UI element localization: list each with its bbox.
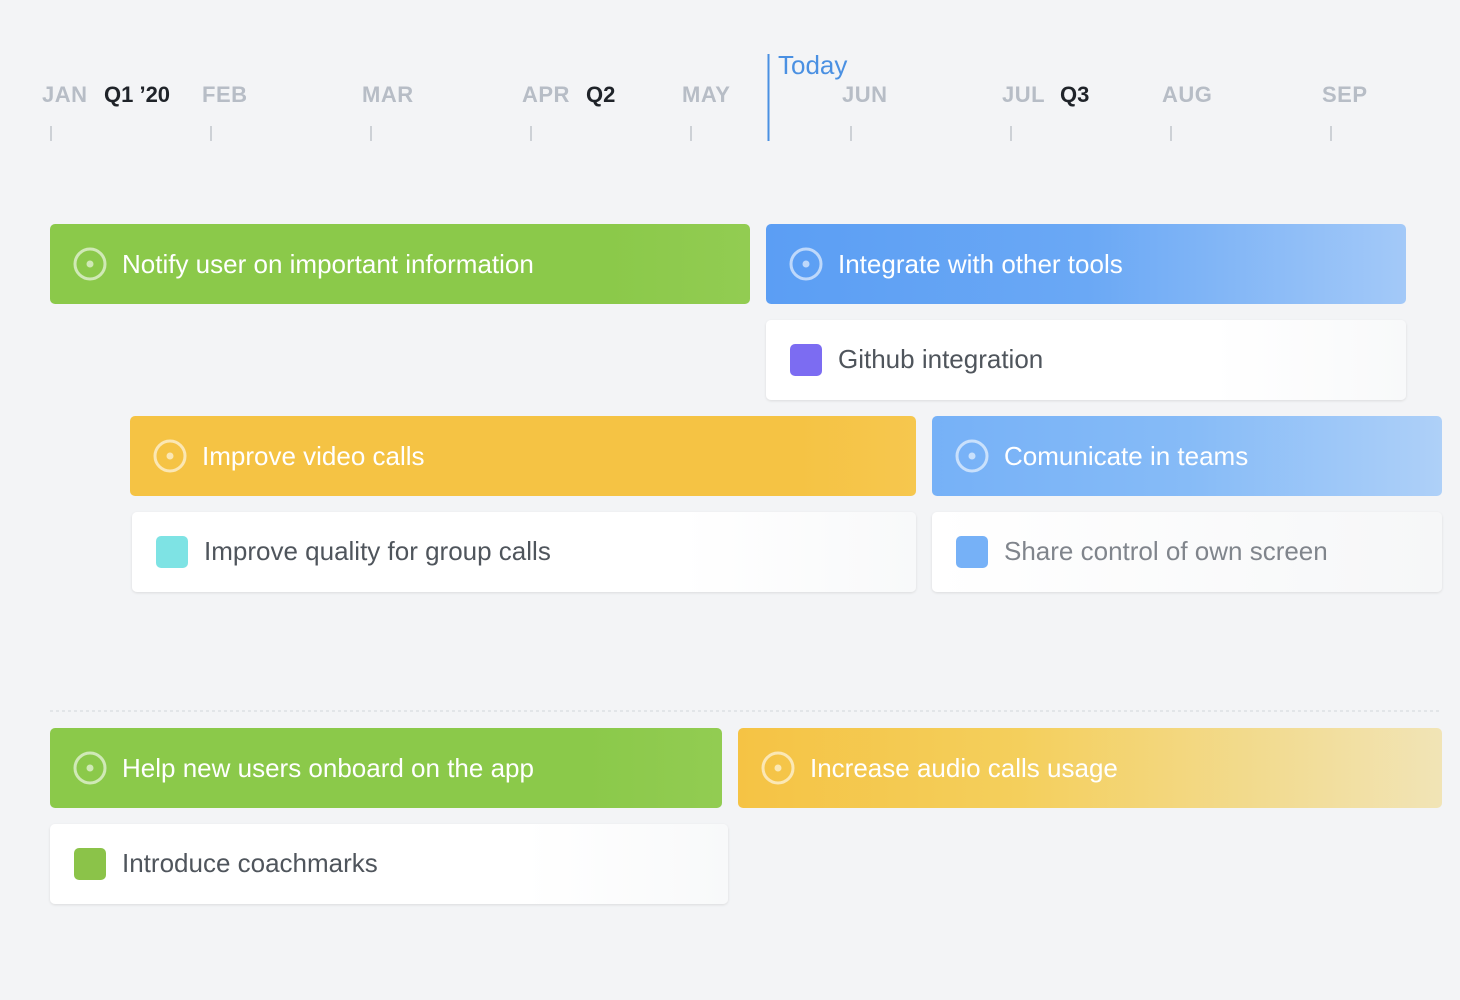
goal-bar-notify-user[interactable]: Notify user on important information bbox=[50, 224, 750, 304]
goal-label: Help new users onboard on the app bbox=[122, 753, 534, 783]
goal-label: Comunicate in teams bbox=[1004, 441, 1248, 471]
item-card-share-screen-control[interactable]: Share control of own screen bbox=[932, 512, 1442, 592]
item-card-group-calls-quality[interactable]: Improve quality for group calls bbox=[132, 512, 916, 592]
month-label-jul: JUL bbox=[1002, 82, 1045, 107]
month-ticks bbox=[50, 126, 1332, 141]
today-label: Today bbox=[778, 50, 847, 80]
quarter-label-q1: Q1 ’20 bbox=[104, 82, 170, 107]
month-label-apr: APR bbox=[522, 82, 570, 107]
month-label-sep: SEP bbox=[1322, 82, 1368, 107]
item-card-github-integration[interactable]: Github integration bbox=[766, 320, 1406, 400]
goal-bar-communicate-teams[interactable]: Comunicate in teams bbox=[932, 416, 1442, 496]
goal-label: Notify user on important information bbox=[122, 249, 534, 279]
item-label: Improve quality for group calls bbox=[204, 536, 551, 566]
goal-label: Improve video calls bbox=[202, 441, 425, 471]
roadmap-canvas: JAN FEB MAR APR MAY JUN JUL AUG SEP Q1 ’… bbox=[42, 50, 1442, 904]
month-label-jun: JUN bbox=[842, 82, 888, 107]
item-card-introduce-coachmarks[interactable]: Introduce coachmarks bbox=[50, 824, 728, 904]
goal-bar-integrate-tools[interactable]: Integrate with other tools bbox=[766, 224, 1406, 304]
quarter-label-q2: Q2 bbox=[586, 82, 615, 107]
item-label: Share control of own screen bbox=[1004, 536, 1328, 566]
square-icon bbox=[790, 344, 822, 376]
month-label-jan: JAN bbox=[42, 82, 88, 107]
month-label-mar: MAR bbox=[362, 82, 414, 107]
month-label-may: MAY bbox=[682, 82, 730, 107]
item-label: Github integration bbox=[838, 344, 1043, 374]
timeline-axis: JAN FEB MAR APR MAY JUN JUL AUG SEP Q1 ’… bbox=[42, 50, 1368, 141]
goal-label: Increase audio calls usage bbox=[810, 753, 1118, 783]
square-icon bbox=[156, 536, 188, 568]
month-label-aug: AUG bbox=[1162, 82, 1212, 107]
goal-label: Integrate with other tools bbox=[838, 249, 1123, 279]
square-icon bbox=[74, 848, 106, 880]
square-icon bbox=[956, 536, 988, 568]
quarter-label-q3: Q3 bbox=[1060, 82, 1089, 107]
month-labels: JAN FEB MAR APR MAY JUN JUL AUG SEP bbox=[42, 82, 1368, 107]
roadmap-lane-1: Notify user on important information Int… bbox=[50, 224, 1442, 592]
goal-bar-audio-calls-usage[interactable]: Increase audio calls usage bbox=[738, 728, 1442, 808]
month-label-feb: FEB bbox=[202, 82, 248, 107]
item-label: Introduce coachmarks bbox=[122, 848, 378, 878]
today-marker: Today bbox=[767, 50, 847, 141]
goal-bar-onboard-new-users[interactable]: Help new users onboard on the app bbox=[50, 728, 722, 808]
goal-bar-improve-video-calls[interactable]: Improve video calls bbox=[130, 416, 916, 496]
quarter-labels: Q1 ’20 Q2 Q3 bbox=[104, 82, 1089, 107]
roadmap-lane-2: Help new users onboard on the app Increa… bbox=[50, 728, 1442, 904]
